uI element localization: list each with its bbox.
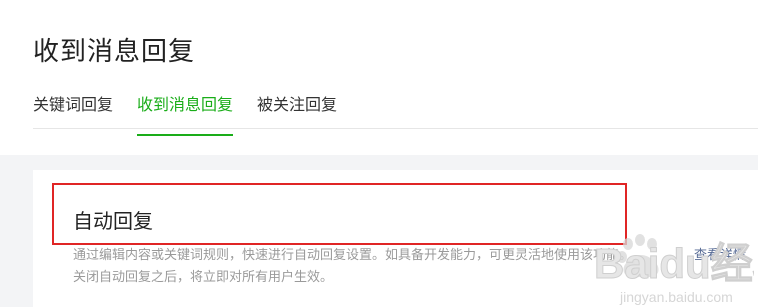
tab-divider <box>33 128 758 129</box>
description-line-2: 关闭自动回复之后，将立即对所有用户生效。 <box>73 270 334 285</box>
auto-reply-description: 通过编辑内容或关键词规则，快速进行自动回复设置。如具备开发能力，可更灵活地使用该… <box>73 245 693 289</box>
description-line-1: 通过编辑内容或关键词规则，快速进行自动回复设置。如具备开发能力，可更灵活地使用该… <box>73 248 633 263</box>
page-title: 收到消息回复 <box>33 37 196 67</box>
auto-reply-title: 自动回复 <box>73 209 153 233</box>
tab-follow-reply[interactable]: 被关注回复 <box>257 92 337 128</box>
page-header: 收到消息回复 关键词回复 收到消息回复 被关注回复 <box>0 0 758 155</box>
tab-keyword-reply[interactable]: 关键词回复 <box>33 92 113 128</box>
view-details-link[interactable]: 查看详情 <box>694 245 746 267</box>
tab-message-reply[interactable]: 收到消息回复 <box>137 92 234 136</box>
tab-bar: 关键词回复 收到消息回复 被关注回复 <box>33 92 337 136</box>
